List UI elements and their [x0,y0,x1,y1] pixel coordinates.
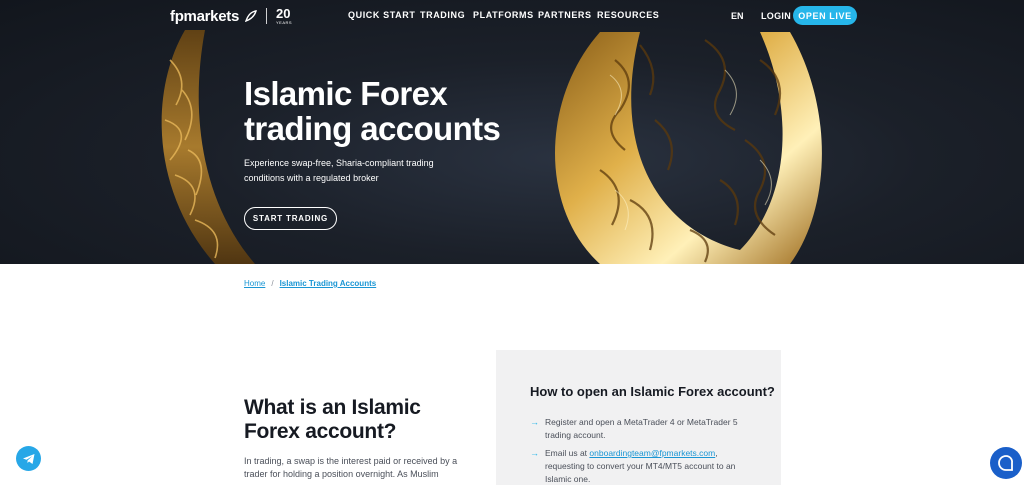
hero-title: Islamic Forex trading accounts [244,75,501,147]
onboarding-email-link[interactable]: onboardingteam@fpmarkets.com [589,448,715,458]
logo-wordmark: fpmarkets [170,7,239,25]
nav-item-resources[interactable]: RESOURCES [597,10,667,20]
chat-bubble-icon [998,455,1013,471]
anniversary-number: 20 [276,6,291,21]
start-trading-button[interactable]: START TRADING [244,207,337,230]
how-to-title: How to open an Islamic Forex account? [530,384,775,399]
how-to-step: → Register and open a MetaTrader 4 or Me… [530,416,750,442]
hero-banner: fpmarkets 20 YEARS QUICK START TRADING P… [0,0,1024,264]
how-to-step: → Email us at onboardingteam@fpmarkets.c… [530,447,750,485]
anniversary-label: YEARS [276,20,293,25]
how-to-open-panel: How to open an Islamic Forex account? → … [496,350,781,485]
step-text-prefix: Email us at [545,448,590,458]
nav-item-partners[interactable]: PARTNERS [538,10,597,20]
breadcrumb-separator: / [271,279,274,288]
what-is-title: What is an Islamic Forex account? [244,396,421,443]
nav-item-quick-start[interactable]: QUICK START [348,10,420,20]
nav-item-platforms[interactable]: PLATFORMS [473,10,538,20]
telegram-button[interactable] [16,446,41,471]
breadcrumb-current[interactable]: Islamic Trading Accounts [280,279,377,288]
arrow-right-icon: → [530,417,539,427]
login-link[interactable]: LOGIN [761,11,791,21]
main-menu: QUICK START TRADING PLATFORMS PARTNERS R… [348,10,667,20]
breadcrumb-home[interactable]: Home [244,279,265,288]
logo-leaf-icon [245,10,257,22]
logo-divider [266,8,267,24]
hero-subtitle: Experience swap-free, Sharia-compliant t… [244,158,434,183]
top-navigation: fpmarkets 20 YEARS QUICK START TRADING P… [0,0,1024,32]
language-selector[interactable]: EN [731,11,744,21]
fpmarkets-logo[interactable]: fpmarkets 20 YEARS [170,6,292,26]
telegram-icon [22,453,34,464]
breadcrumb: Home / Islamic Trading Accounts [244,279,376,288]
step-text: Register and open a MetaTrader 4 or Meta… [545,417,738,440]
anniversary-badge: 20 YEARS [276,7,292,25]
chat-button[interactable] [990,447,1022,479]
step-text: Email us at onboardingteam@fpmarkets.com… [545,447,750,485]
arrow-right-icon: → [530,448,539,458]
open-live-button[interactable]: OPEN LIVE [793,6,857,25]
what-is-body: In trading, a swap is the interest paid … [244,456,458,479]
nav-item-trading[interactable]: TRADING [420,10,473,20]
